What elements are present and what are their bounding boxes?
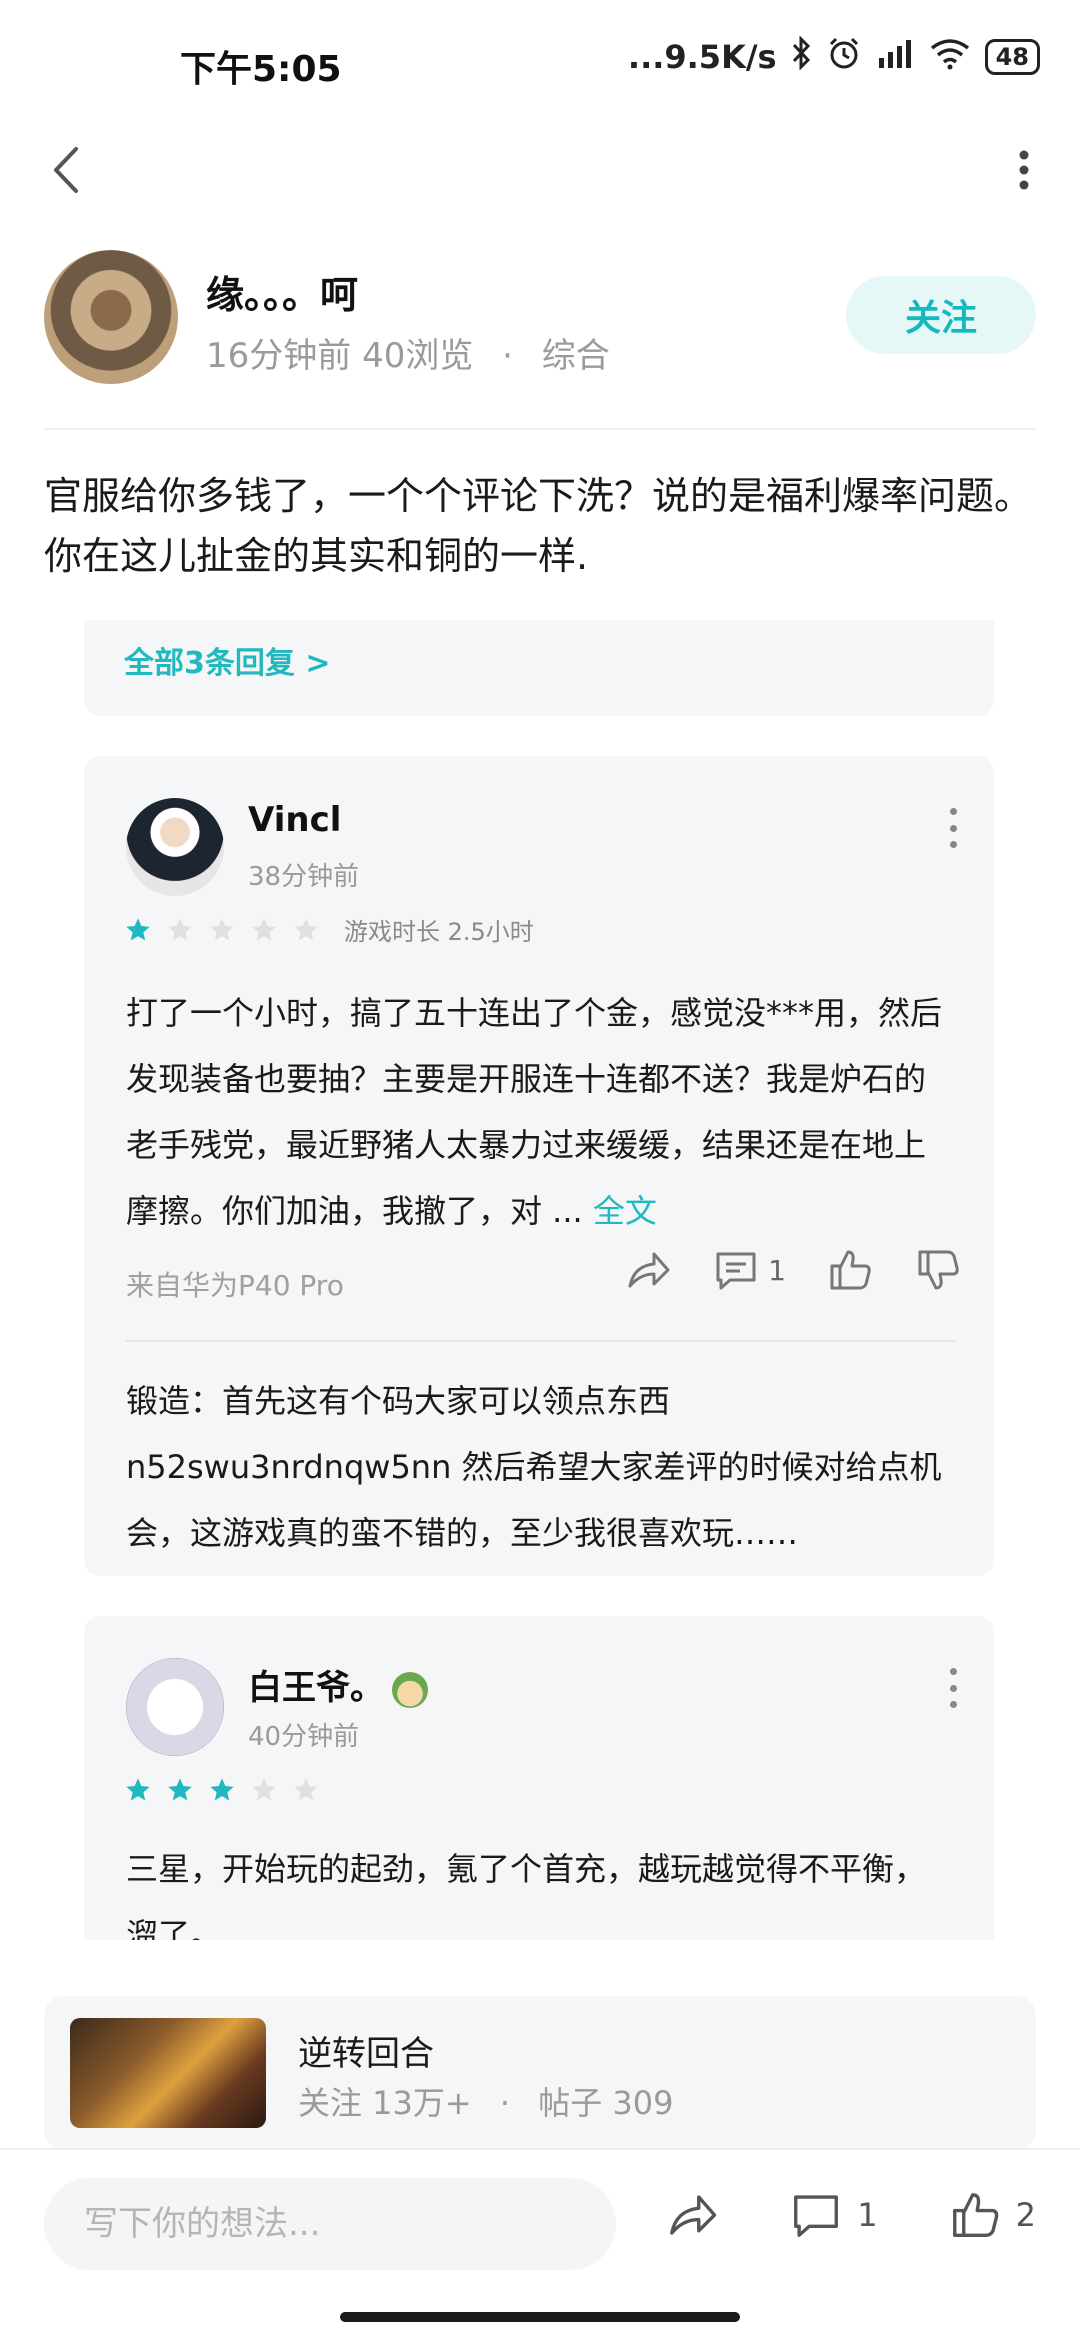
divider — [0, 2148, 1080, 2150]
battery-icon: 48 — [984, 39, 1040, 75]
back-button[interactable] — [36, 140, 96, 200]
bluetooth-icon — [791, 35, 813, 78]
post-author: 缘。。。呵 16分钟前 40浏览 · 综合 关注 — [0, 240, 1080, 390]
status-time: 下午5:05 — [180, 49, 342, 90]
review-more-icon — [938, 1668, 968, 1708]
review-time: 38分钟前 — [248, 862, 360, 892]
star-icon — [126, 1778, 150, 1801]
bottom-actions: 1 2 — [665, 2188, 1036, 2242]
emoji-icon — [392, 1671, 428, 1708]
more-vertical-icon — [1019, 150, 1029, 190]
star-icon — [210, 1778, 234, 1801]
review-like — [826, 1246, 874, 1294]
back-arrow-icon — [54, 147, 78, 193]
review-comment: 1 — [712, 1246, 786, 1294]
comment-icon — [716, 1252, 756, 1290]
signal-icon — [875, 36, 915, 78]
review-comment-count: 1 — [768, 1253, 786, 1287]
game-posts: 帖子 309 — [538, 2084, 674, 2122]
share-icon — [670, 2195, 717, 2235]
review-divider — [126, 1340, 956, 1342]
comment-input[interactable] — [44, 2178, 616, 2270]
review-more-icon — [938, 808, 968, 848]
game-followers: 关注 13万+ — [298, 2084, 472, 2122]
wifi-icon — [929, 36, 971, 78]
post-body: 官服给你多钱了，一个个评论下洗？说的是福利爆率问题。你在这儿扯金的其实和铜的一样… — [44, 474, 1033, 578]
like-button[interactable]: 2 — [948, 2188, 1036, 2242]
all-replies-link: 全部3条回复 > — [124, 646, 331, 681]
screenshot-review-card: 白王爷。 40分钟前 三星，开始玩的起劲，氪了个首充，越玩越觉得不平衡，溜了。 — [84, 1616, 994, 1940]
divider — [44, 428, 1036, 430]
reviewer-avatar — [126, 798, 224, 896]
review-device-source: 来自华为P40 Pro — [126, 1269, 344, 1302]
game-meta-separator: · — [499, 2084, 511, 2122]
review-actions: 1 — [624, 1246, 962, 1294]
network-speed: ...9.5K/s — [627, 38, 777, 76]
follow-button[interactable]: 关注 — [846, 276, 1036, 354]
status-icons: ...9.5K/s 48 — [627, 35, 1040, 78]
star-icon — [126, 917, 150, 940]
meta-separator: · — [502, 336, 513, 376]
game-meta: 关注 13万+ · 帖子 309 — [298, 2078, 674, 2124]
author-name[interactable]: 缘。。。呵 — [206, 264, 358, 319]
star-icon — [294, 917, 318, 940]
review-playtime: 游戏时长 2.5小时 — [344, 918, 534, 946]
review-text: 打了一个小时，搞了五十连出了个金，感觉没***用，然后发现装备也要抽？主要是开服… — [126, 980, 956, 1244]
comment-button[interactable]: 1 — [789, 2188, 878, 2242]
review-rating — [124, 1776, 320, 1804]
review-reply: 锻造：首先这有个码大家可以领点东西n52swu3nrdnqw5nn 然后希望大家… — [126, 1382, 942, 1552]
alarm-icon — [827, 36, 861, 78]
reviewer-avatar — [126, 1658, 224, 1756]
top-nav — [0, 120, 1080, 220]
post-views: 40浏览 — [362, 336, 474, 376]
star-icon — [168, 1778, 192, 1801]
review-dislike — [914, 1246, 962, 1294]
star-icon — [294, 1778, 318, 1801]
thumbs-up-icon — [952, 2193, 998, 2237]
like-count: 2 — [1015, 2196, 1036, 2234]
post-category[interactable]: 综合 — [542, 336, 610, 376]
star-icon — [168, 917, 192, 940]
share-button[interactable] — [665, 2188, 719, 2242]
fulltext-link: 全文 — [592, 1192, 657, 1230]
game-card[interactable]: 逆转回合 关注 13万+ · 帖子 309 — [44, 1996, 1036, 2150]
review-share — [624, 1246, 672, 1294]
reviewer-name-row: 白王爷。 — [248, 1660, 428, 1709]
game-thumbnail — [70, 2018, 266, 2128]
more-options-button[interactable] — [994, 140, 1054, 200]
screenshot-review-card: Vincl 38分钟前 游戏时长 2.5小时 打了一个小时，搞了五十连出了个金，… — [84, 756, 994, 1576]
home-indicator[interactable] — [340, 2312, 740, 2322]
thumbs-down-icon — [918, 1250, 959, 1290]
thumbs-up-icon — [830, 1250, 871, 1290]
screenshot-replies-box: 全部3条回复 > — [84, 620, 994, 716]
bottom-action-bar: 1 2 — [0, 2170, 1080, 2280]
post-time: 16分钟前 — [206, 336, 352, 376]
comment-count: 1 — [857, 2196, 878, 2234]
review-time: 40分钟前 — [248, 1722, 360, 1752]
post-meta: 16分钟前 40浏览 · 综合 — [206, 328, 610, 377]
share-icon — [628, 1252, 670, 1288]
review-rating: 游戏时长 2.5小时 — [124, 912, 534, 947]
reviewer-name: Vincl — [248, 800, 342, 840]
status-bar: 下午5:05 ...9.5K/s 48 — [0, 0, 1080, 120]
review-text: 三星，开始玩的起劲，氪了个首充，越玩越觉得不平衡，溜了。 — [126, 1850, 927, 1940]
star-icon — [252, 917, 276, 940]
author-avatar[interactable] — [44, 250, 178, 384]
reviewer-name: 白王爷。 — [248, 1668, 384, 1708]
star-icon — [210, 917, 234, 940]
comment-icon — [794, 2195, 839, 2237]
review-text-body: 打了一个小时，搞了五十连出了个金，感觉没***用，然后发现装备也要抽？主要是开服… — [126, 994, 943, 1230]
star-icon — [252, 1778, 276, 1801]
game-name: 逆转回合 — [298, 2034, 434, 2074]
